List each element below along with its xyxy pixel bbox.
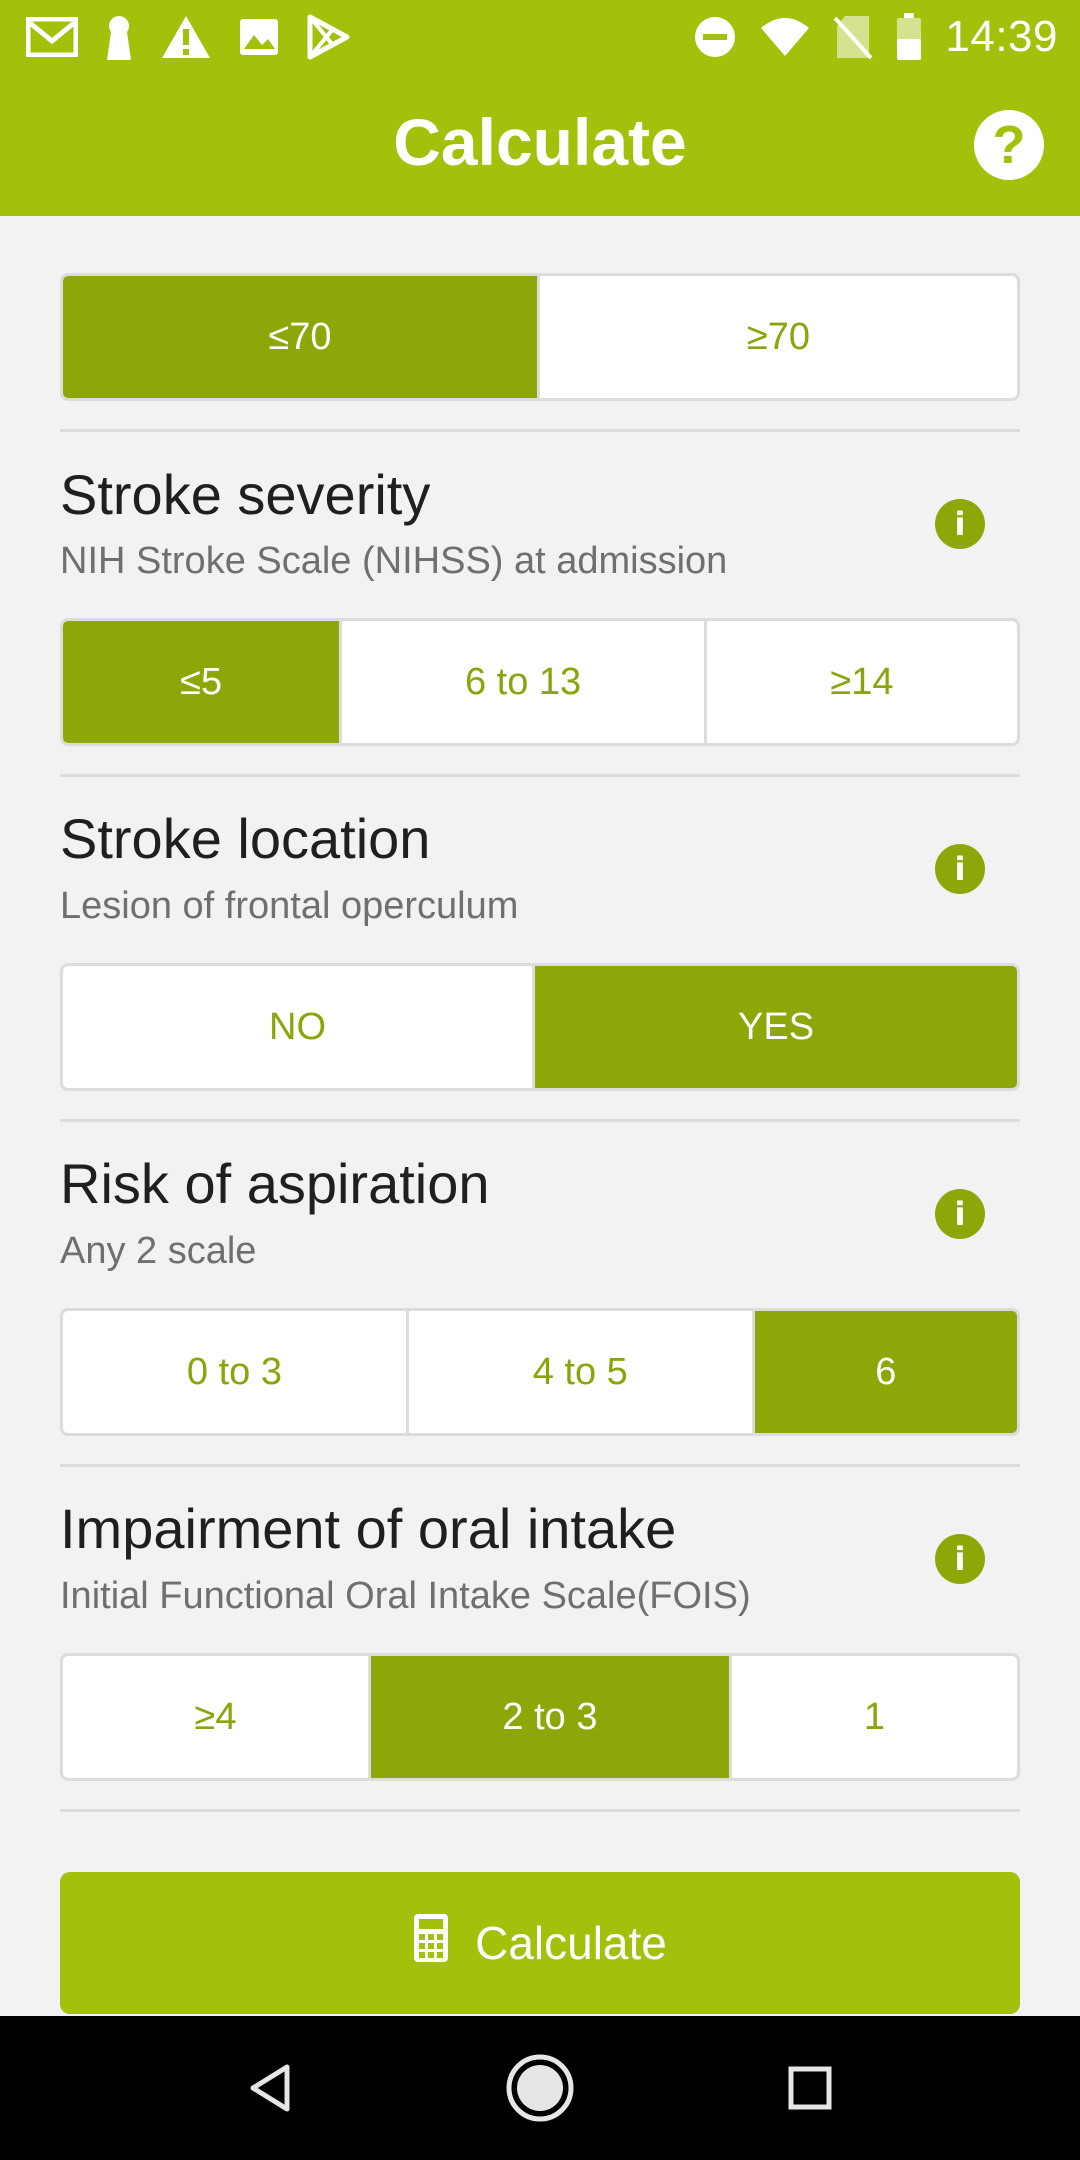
stroke-location-title: Stroke location	[60, 807, 431, 870]
stroke-severity-selector: ≤5 6 to 13 ≥14	[60, 618, 1020, 746]
stroke-severity-option-6-13[interactable]: 6 to 13	[342, 621, 707, 743]
play-store-icon	[306, 14, 350, 60]
age-option-le70[interactable]: ≤70	[63, 276, 541, 398]
do-not-disturb-icon	[693, 15, 737, 59]
image-icon	[238, 17, 280, 57]
clock: 14:39	[945, 12, 1058, 61]
page-title: Calculate	[393, 105, 687, 179]
stroke-severity-subtitle: NIH Stroke Scale (NIHSS) at admission	[60, 540, 728, 582]
calculate-button-label: Calculate	[475, 1917, 667, 1969]
back-icon[interactable]	[230, 2016, 310, 2160]
warning-icon	[160, 14, 212, 60]
stroke-location-subtitle: Lesion of frontal operculum	[60, 885, 519, 927]
risk-of-aspiration-title: Risk of aspiration	[60, 1152, 490, 1215]
oral-intake-option-ge4[interactable]: ≥4	[63, 1656, 372, 1778]
battery-icon	[895, 13, 923, 61]
home-icon[interactable]	[500, 2016, 580, 2160]
app-bar: Calculate ?	[0, 74, 1080, 216]
divider	[60, 1464, 1020, 1467]
stroke-severity-title: Stroke severity	[60, 463, 431, 526]
aspiration-option-4-5[interactable]: 4 to 5	[409, 1311, 755, 1433]
stroke-location-option-yes[interactable]: YES	[535, 966, 1017, 1088]
age-option-ge70[interactable]: ≥70	[540, 276, 1017, 398]
stroke-severity-info-icon[interactable]: i	[935, 499, 985, 549]
divider	[60, 774, 1020, 777]
oral-intake-option-1[interactable]: 1	[732, 1656, 1017, 1778]
divider	[60, 1119, 1020, 1122]
help-button[interactable]: ?	[974, 110, 1044, 180]
no-sim-icon	[833, 14, 873, 60]
navigation-bar	[0, 2016, 1080, 2160]
wifi-icon	[759, 16, 811, 58]
recents-icon[interactable]	[770, 2016, 850, 2160]
risk-of-aspiration-subtitle: Any 2 scale	[60, 1230, 257, 1272]
aspiration-option-0-3[interactable]: 0 to 3	[63, 1311, 409, 1433]
stroke-severity-option-le5[interactable]: ≤5	[63, 621, 343, 743]
stroke-location-option-no[interactable]: NO	[63, 966, 536, 1088]
calculator-icon	[413, 1913, 449, 1974]
status-bar: 14:39	[0, 0, 1080, 74]
keyhole-icon	[104, 14, 134, 60]
oral-intake-title: Impairment of oral intake	[60, 1497, 677, 1560]
oral-intake-option-2-3[interactable]: 2 to 3	[371, 1656, 732, 1778]
oral-intake-info-icon[interactable]: i	[935, 1534, 985, 1584]
aspiration-option-6[interactable]: 6	[754, 1311, 1017, 1433]
divider	[60, 1809, 1020, 1812]
divider	[60, 429, 1020, 432]
stroke-location-info-icon[interactable]: i	[935, 844, 985, 894]
age-selector: ≤70 ≥70	[60, 273, 1020, 401]
oral-intake-subtitle: Initial Functional Oral Intake Scale(FOI…	[60, 1575, 751, 1617]
risk-of-aspiration-info-icon[interactable]: i	[935, 1189, 985, 1239]
risk-of-aspiration-selector: 0 to 3 4 to 5 6	[60, 1308, 1020, 1436]
calculate-button[interactable]: Calculate	[60, 1872, 1020, 2014]
stroke-location-selector: NO YES	[60, 963, 1020, 1091]
oral-intake-selector: ≥4 2 to 3 1	[60, 1653, 1020, 1781]
gmail-icon	[26, 17, 78, 57]
stroke-severity-option-ge14[interactable]: ≥14	[707, 621, 1017, 743]
